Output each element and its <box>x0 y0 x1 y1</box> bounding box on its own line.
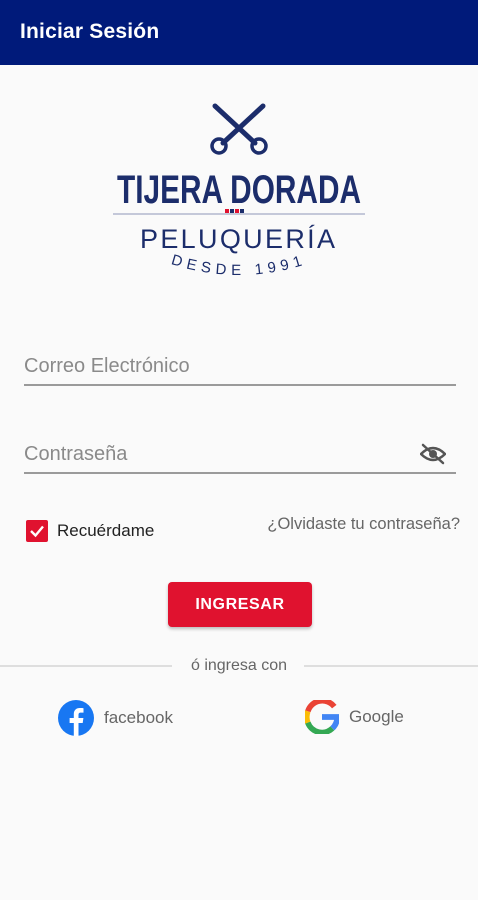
login-button[interactable]: INGRESAR <box>168 582 312 627</box>
google-label: Google <box>349 707 404 726</box>
brand-logo: TIJERA DORADA PELUQUERÍA DESDE 1991 <box>113 103 365 279</box>
visibility-off-icon[interactable] <box>420 443 446 465</box>
password-underline <box>24 472 456 474</box>
logo-subtitle: PELUQUERÍA <box>140 224 338 254</box>
email-placeholder: Correo Electrónico <box>24 355 190 377</box>
password-field[interactable]: Contraseña <box>24 433 456 478</box>
divider-line-right <box>304 665 478 667</box>
check-icon <box>30 525 44 538</box>
app-bar: Iniciar Sesión <box>0 0 478 65</box>
facebook-login-button[interactable]: facebook <box>58 700 173 736</box>
logo-name: TIJERA DORADA <box>117 168 361 212</box>
password-placeholder: Contraseña <box>24 443 128 465</box>
email-underline <box>24 384 456 386</box>
facebook-icon <box>58 700 94 736</box>
google-icon <box>305 700 339 734</box>
facebook-label: facebook <box>104 708 173 727</box>
email-field[interactable]: Correo Electrónico <box>24 345 456 390</box>
forgot-password-link[interactable]: ¿Olvidaste tu contraseña? <box>267 515 460 534</box>
checkbox-checked[interactable] <box>26 520 48 542</box>
remember-me-label: Recuérdame <box>57 521 155 540</box>
scissors-icon <box>210 103 268 155</box>
remember-me-checkbox[interactable]: Recuérdame <box>26 520 154 542</box>
google-login-button[interactable]: Google <box>305 700 404 734</box>
logo-tagline: DESDE 1991 <box>169 251 308 279</box>
page-title: Iniciar Sesión <box>20 20 160 43</box>
